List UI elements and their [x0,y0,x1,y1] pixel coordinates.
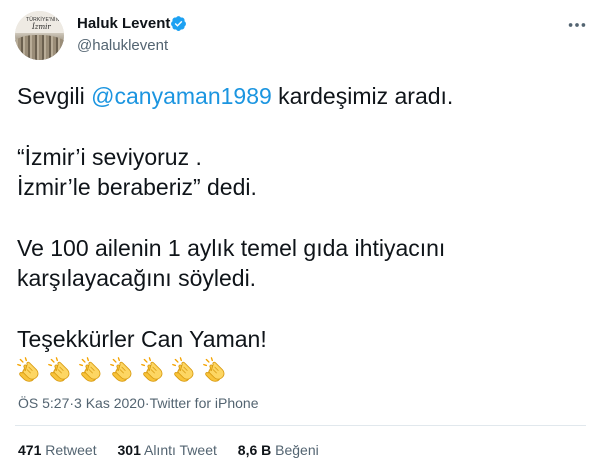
tweet-line: “İzmir’i seviyoruz . [17,144,202,170]
author-name[interactable]: Haluk Levent [77,15,170,32]
tweet-date[interactable]: 3 Kas 2020 [74,395,145,411]
retweets-stat[interactable]: 471 Retweet [18,442,97,458]
mention-link[interactable]: @canyaman1989 [91,83,272,109]
avatar[interactable]: TÜRKİYE'NİN İzmir [15,11,64,60]
clapping-hands-icon [48,357,70,383]
tweet-line: Sevgili @canyaman1989 kardeşimiz aradı. [17,83,454,109]
more-options-icon[interactable] [566,15,588,35]
quote-tweets-stat[interactable]: 301 Alıntı Tweet [118,442,217,458]
divider [15,425,586,426]
tweet-text: Sevgili @canyaman1989 kardeşimiz aradı. … [17,81,587,388]
avatar-city-text: İzmir [32,23,51,31]
author-handle[interactable]: @haluklevent [77,37,168,54]
clapping-hands-icon [79,357,101,383]
clapping-hands-icon [17,357,39,383]
clapping-hands-icon [110,357,132,383]
tweet-time[interactable]: ÖS 5:27 [18,395,69,411]
clapping-hands-icon [141,357,163,383]
tweet-card: TÜRKİYE'NİN İzmir Haluk Levent @haluklev… [0,0,601,476]
clapping-hands-icon [172,357,194,383]
tweet-meta: ÖS 5:27 · 3 Kas 2020 · Twitter for iPhon… [18,395,259,411]
verified-badge-icon [171,16,186,31]
tweet-line: Ve 100 ailenin 1 aylık temel gıda ihtiya… [17,235,446,261]
clapping-hands-icon [203,357,225,383]
tweet-source[interactable]: Twitter for iPhone [150,395,259,411]
likes-stat[interactable]: 8,6 B Beğeni [238,442,319,458]
tweet-line: Teşekkürler Can Yaman! [17,326,267,352]
tweet-line: İzmir’le beraberiz” dedi. [17,174,257,200]
tweet-stats: 471 Retweet 301 Alıntı Tweet 8,6 B Beğen… [18,442,336,458]
clap-emoji-row [17,354,587,388]
tweet-line: karşılayacağını söyledi. [17,265,257,291]
